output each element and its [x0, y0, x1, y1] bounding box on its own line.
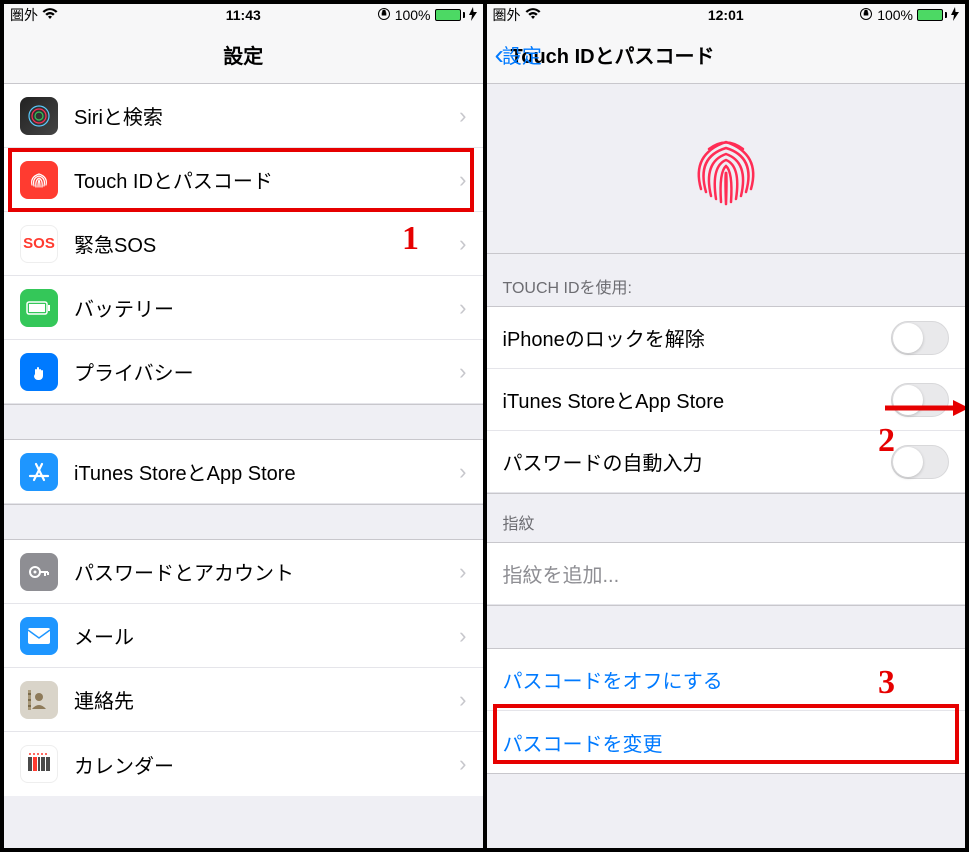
charging-icon [469, 7, 477, 24]
section-header-touchid: TOUCH IDを使用: [487, 254, 966, 307]
privacy-icon [20, 353, 58, 391]
wifi-icon [525, 7, 541, 23]
rotation-lock-icon [859, 7, 873, 24]
battery-percent: 100% [877, 7, 913, 23]
row-label: バッテリー [74, 293, 459, 322]
chevron-right-icon: › [459, 167, 466, 193]
chevron-right-icon: › [459, 559, 466, 585]
annotation-arrow [883, 398, 965, 423]
toggle-label: パスワードの自動入力 [503, 447, 892, 476]
page-title: 設定 [223, 40, 263, 69]
row-touchid[interactable]: Touch IDとパスコード › [4, 148, 483, 212]
calendar-icon [20, 745, 58, 783]
rotation-lock-icon [377, 7, 391, 24]
passcode-change-label: パスコードを変更 [503, 728, 950, 757]
fingerprint-hero [487, 84, 966, 254]
key-icon [20, 553, 58, 591]
nav-bar: ‹ 設定 Touch IDとパスコード [487, 26, 966, 84]
siri-icon [20, 97, 58, 135]
carrier-label: 圏外 [10, 5, 38, 25]
switch[interactable] [891, 321, 949, 355]
row-label: Touch IDとパスコード [74, 165, 459, 194]
status-bar: 圏外 12:01 100% [487, 4, 966, 26]
battery-percent: 100% [395, 7, 431, 23]
clock: 11:43 [226, 7, 261, 23]
row-label: Siriと検索 [74, 101, 459, 130]
passcode-change[interactable]: パスコードを変更 [487, 711, 966, 773]
sos-icon: SOS [20, 225, 58, 263]
toggle-unlock[interactable]: iPhoneのロックを解除 [487, 307, 966, 369]
status-bar: 圏外 11:43 100% [4, 4, 483, 26]
annotation-number-1: 1 [402, 220, 419, 258]
settings-screen: 圏外 11:43 100% 設定 [4, 4, 487, 848]
row-label: iTunes StoreとApp Store [74, 457, 459, 486]
row-label: 連絡先 [74, 685, 459, 714]
charging-icon [951, 7, 959, 24]
touchid-screen: 圏外 12:01 100% ‹ [487, 4, 966, 848]
chevron-right-icon: › [459, 359, 466, 385]
section-header-fingerprint: 指紋 [487, 493, 966, 543]
row-label: メール [74, 621, 459, 650]
row-label: カレンダー [74, 750, 459, 779]
chevron-right-icon: › [459, 103, 466, 129]
row-mail[interactable]: メール › [4, 604, 483, 668]
row-appstore[interactable]: iTunes StoreとApp Store › [4, 440, 483, 504]
toggle-label: iTunes StoreとApp Store [503, 385, 892, 414]
row-passwords[interactable]: パスワードとアカウント › [4, 540, 483, 604]
annotation-number-2: 2 [878, 422, 895, 460]
contacts-icon [20, 681, 58, 719]
row-privacy[interactable]: プライバシー › [4, 340, 483, 404]
add-fingerprint-label: 指紋を追加... [503, 559, 950, 588]
carrier-label: 圏外 [493, 5, 521, 25]
switch[interactable] [891, 445, 949, 479]
row-label: プライバシー [74, 357, 459, 386]
wifi-icon [42, 7, 58, 23]
nav-bar: 設定 [4, 26, 483, 84]
row-label: パスワードとアカウント [74, 557, 459, 586]
back-button[interactable]: ‹ 設定 [495, 40, 542, 69]
fingerprint-icon [20, 161, 58, 199]
back-label: 設定 [502, 40, 542, 69]
add-fingerprint[interactable]: 指紋を追加... [487, 543, 966, 605]
row-calendar[interactable]: カレンダー › [4, 732, 483, 796]
chevron-right-icon: › [459, 295, 466, 321]
chevron-right-icon: › [459, 231, 466, 257]
fingerprint-large-icon [681, 124, 771, 214]
toggle-label: iPhoneのロックを解除 [503, 323, 892, 352]
battery-icon [435, 9, 465, 21]
annotation-number-3: 3 [878, 664, 895, 702]
clock: 12:01 [708, 7, 744, 23]
battery-icon [917, 9, 947, 21]
chevron-right-icon: › [459, 459, 466, 485]
row-contacts[interactable]: 連絡先 › [4, 668, 483, 732]
chevron-right-icon: › [459, 623, 466, 649]
chevron-right-icon: › [459, 751, 466, 777]
row-siri[interactable]: Siriと検索 › [4, 84, 483, 148]
row-battery[interactable]: バッテリー › [4, 276, 483, 340]
mail-icon [20, 617, 58, 655]
appstore-icon [20, 453, 58, 491]
battery-settings-icon [20, 289, 58, 327]
chevron-right-icon: › [459, 687, 466, 713]
